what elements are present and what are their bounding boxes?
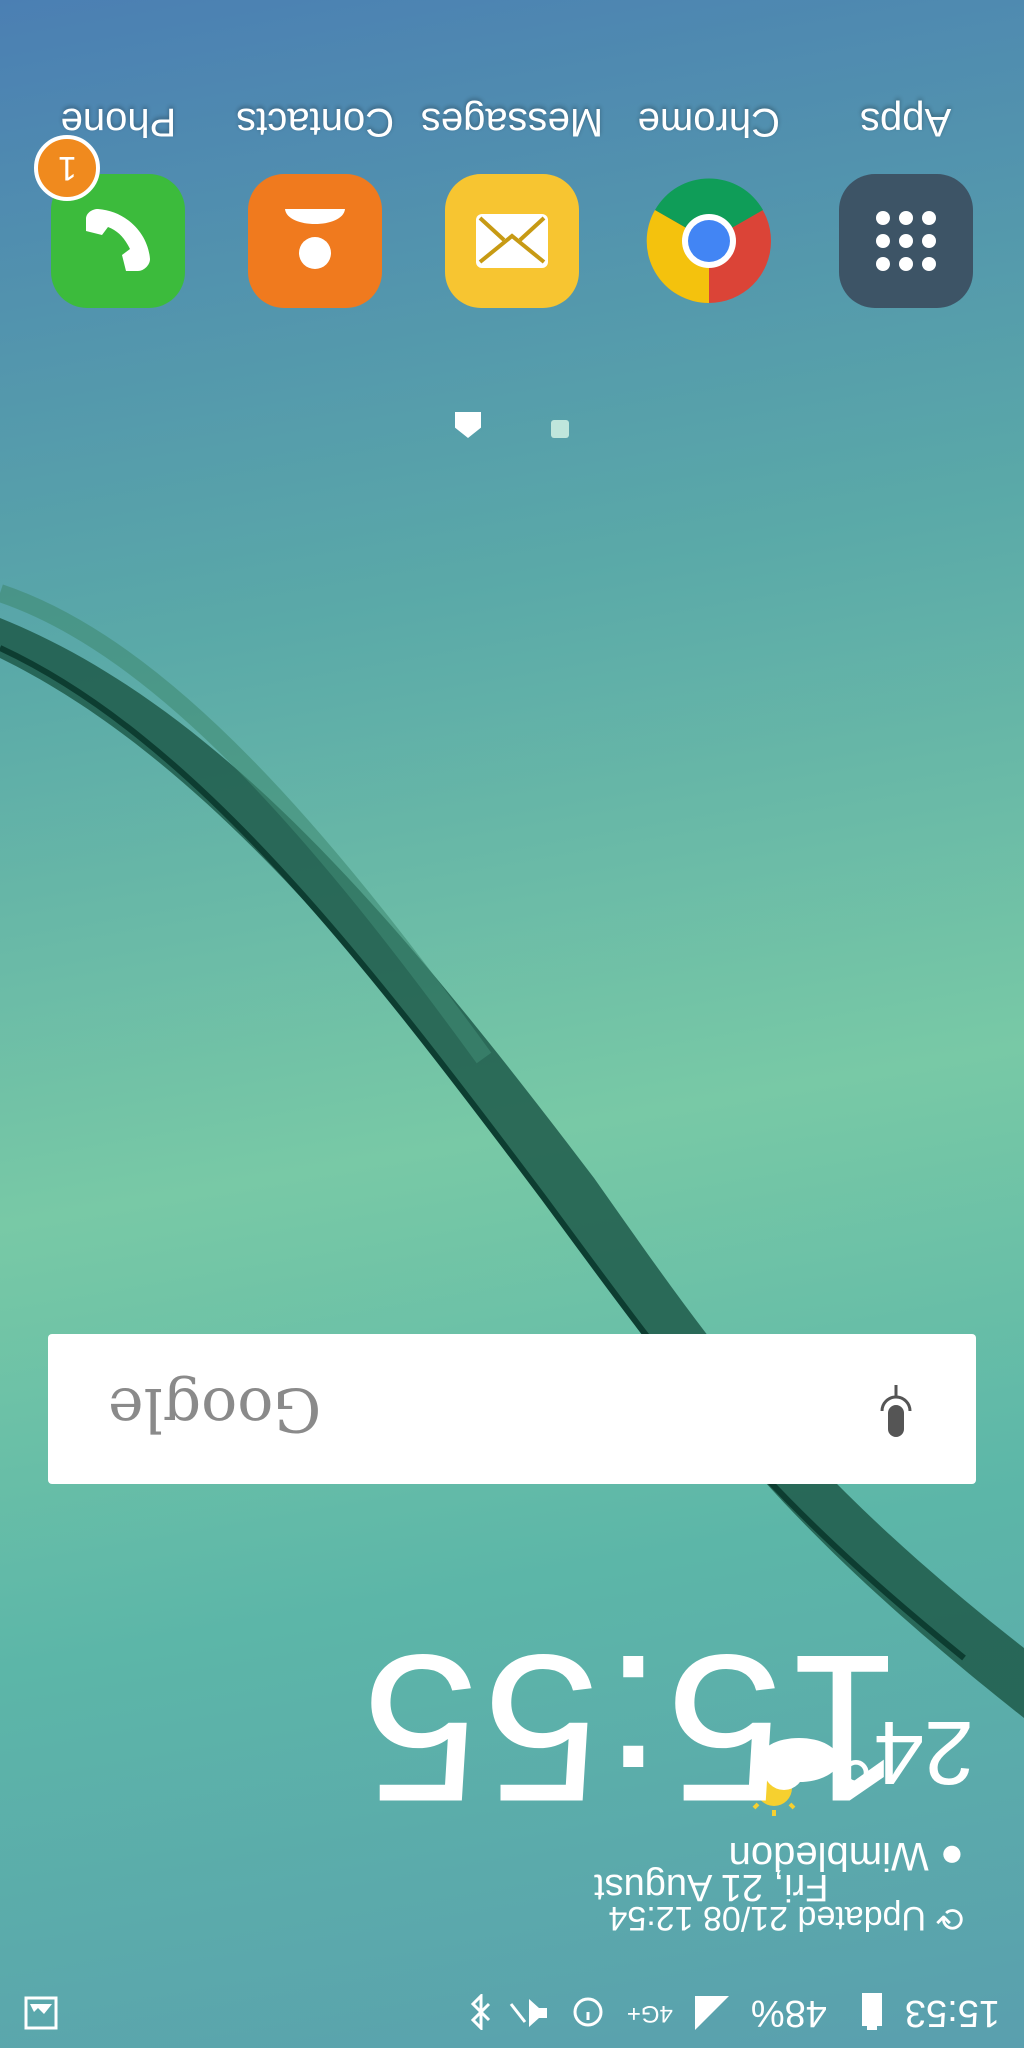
app-label: Chrome	[637, 100, 780, 144]
app-apps[interactable]: Apps	[816, 99, 996, 308]
missed-call-badge: 1	[34, 135, 101, 201]
app-messages[interactable]: Messages	[420, 99, 604, 308]
battery-percent: 48%	[750, 1992, 827, 2035]
app-dock: Apps Chrome Messages Contacts 1 Phone	[0, 88, 1024, 308]
clock-date: Fri, 21 August	[594, 1866, 829, 1908]
google-search-bar[interactable]: Google	[48, 1334, 976, 1484]
microphone-icon[interactable]	[876, 1379, 916, 1439]
google-logo: Google	[108, 1374, 322, 1444]
app-contacts[interactable]: Contacts	[225, 99, 405, 308]
mute-icon	[509, 1996, 549, 2030]
home-screen: 15:53 48% 4G+ 24° ● Wimbledon ⟳ Updated …	[0, 0, 1024, 2048]
status-time: 15:53	[904, 1992, 1000, 2035]
status-bar-left: 15:53 48% 4G+	[459, 1992, 1000, 2035]
chrome-icon	[642, 174, 776, 308]
page-dot[interactable]	[551, 420, 569, 438]
app-chrome[interactable]: Chrome	[619, 99, 799, 308]
network-type: 4G+	[626, 2000, 673, 2027]
app-label: Apps	[860, 100, 952, 144]
signal-icon	[694, 1996, 729, 2030]
status-bar-right	[24, 1996, 58, 2030]
page-indicator	[0, 412, 1024, 438]
app-label: Contacts	[236, 100, 395, 144]
contacts-icon	[248, 174, 383, 308]
battery-icon	[849, 1993, 883, 2030]
alarm-icon	[571, 1996, 605, 2030]
home-page-icon[interactable]	[455, 412, 481, 438]
app-phone[interactable]: 1 Phone	[28, 99, 208, 308]
messages-icon	[445, 174, 580, 308]
gallery-notification-icon	[24, 1996, 58, 2030]
home-screen-content: 15:53 48% 4G+ 24° ● Wimbledon ⟳ Updated …	[0, 0, 1024, 2048]
bluetooth-icon	[459, 1992, 493, 2032]
status-bar: 15:53 48% 4G+	[0, 1978, 1024, 2048]
app-label: Messages	[420, 100, 604, 144]
clock-time: 15:55	[358, 1611, 904, 1846]
apps-icon	[838, 174, 973, 308]
